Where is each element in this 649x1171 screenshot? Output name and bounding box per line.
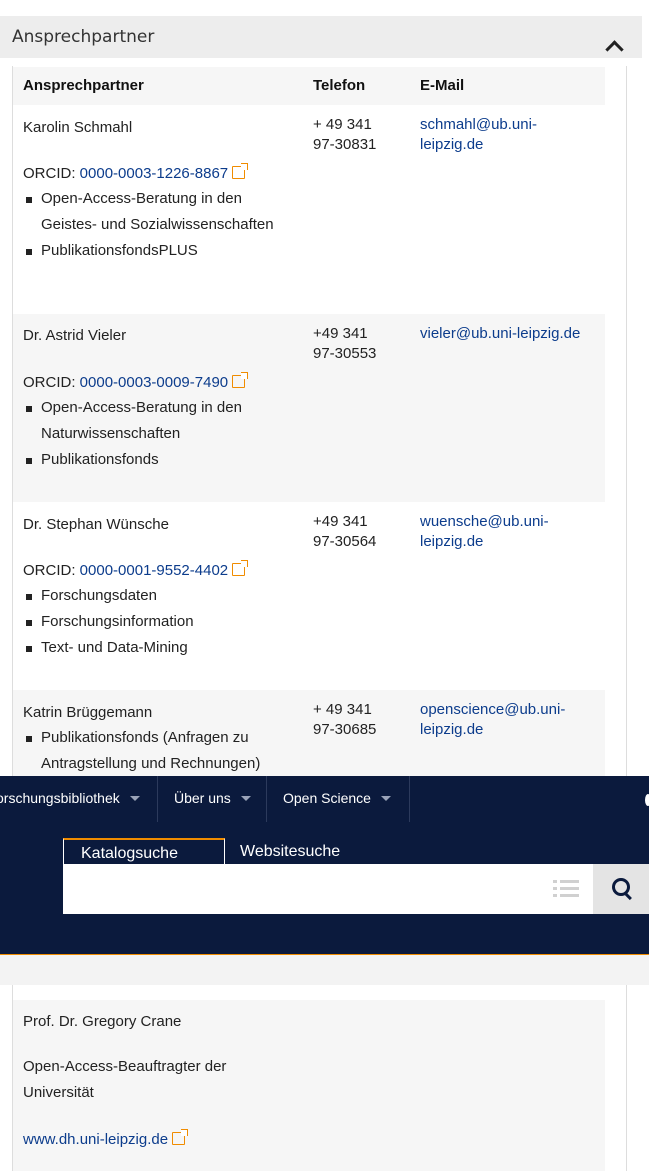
menu-divider: [266, 776, 267, 822]
page-band: [0, 955, 649, 985]
email-link[interactable]: wuensche@ub.uni- leipzig.de: [420, 512, 605, 552]
external-link-icon: [232, 560, 249, 576]
table-row: Dr. Astrid Vieler ORCID: 0000-0003-0009-…: [13, 314, 605, 502]
menu-divider: [157, 776, 158, 822]
contact-name: Prof. Dr. Gregory Crane: [23, 1013, 182, 1030]
accordion-title: Ansprechpartner: [12, 27, 155, 47]
column-header-contact: Ansprechpartner: [23, 77, 144, 94]
menu-item-label: orschungsbibliothek: [0, 790, 120, 806]
orcid-label: ORCID:: [23, 562, 76, 579]
phone-line: +49 341: [313, 513, 368, 530]
orcid-line: ORCID: 0000-0001-9552-4402: [23, 560, 249, 579]
email-line: leipzig.de: [420, 533, 484, 550]
email-link[interactable]: schmahl@ub.uni- leipzig.de: [420, 115, 605, 155]
orcid-label: ORCID:: [23, 374, 76, 391]
topic-list: Publikationsfonds (Anfragen zu Antragste…: [23, 725, 298, 777]
orcid-line: ORCID: 0000-0003-1226-8867: [23, 163, 249, 182]
orcid-link[interactable]: 0000-0003-0009-7490: [80, 374, 228, 391]
search-icon: [612, 878, 630, 896]
menu-item-open-science[interactable]: Open Science: [283, 790, 391, 806]
orcid-link[interactable]: 0000-0003-1226-8867: [80, 165, 228, 182]
main-menu: orschungsbibliothek Über uns Open Scienc…: [0, 776, 649, 822]
phone-line: 97-30831: [313, 136, 377, 153]
column-header-phone: Telefon: [313, 77, 366, 94]
table-row: Karolin Schmahl ORCID: 0000-0003-1226-88…: [13, 105, 605, 314]
search-button[interactable]: [593, 864, 649, 914]
email-line: leipzig.de: [420, 721, 484, 738]
phone-line: 97-30564: [313, 533, 377, 550]
search-input[interactable]: [63, 864, 593, 914]
caret-down-icon: [129, 796, 140, 801]
table-header: Ansprechpartner Telefon E-Mail: [13, 67, 605, 105]
topic-list: Open-Access-Beratung in den Geistes- und…: [23, 186, 298, 264]
phone-line: 97-30553: [313, 345, 377, 362]
contact-role: Open-Access-Beauftragter der Universität: [23, 1058, 227, 1101]
menu-item-forschungsbibliothek[interactable]: orschungsbibliothek: [0, 790, 140, 806]
list-item: Open-Access-Beratung in den Naturwissens…: [23, 395, 298, 447]
contact-name: Dr. Stephan Wünsche: [23, 516, 169, 533]
menu-item-ueber-uns[interactable]: Über uns: [174, 790, 251, 806]
list-item: Text- und Data-Mining: [23, 635, 298, 661]
email-line: leipzig.de: [420, 136, 484, 153]
accordion-header[interactable]: Ansprechpartner: [0, 16, 642, 59]
caret-down-icon: [240, 796, 251, 801]
email-link[interactable]: openscience@ub.uni- leipzig.de: [420, 700, 605, 740]
phone-line: + 49 341: [313, 701, 372, 718]
phone-line: +49 341: [313, 325, 368, 342]
email-line: openscience@ub.uni-: [420, 701, 566, 718]
contact-name: Karolin Schmahl: [23, 119, 133, 136]
external-link-icon: [232, 372, 249, 388]
website-link[interactable]: www.dh.uni-leipzig.de: [23, 1131, 168, 1148]
phone-number: +49 341 97-30564: [313, 512, 413, 552]
phone-number: + 49 341 97-30831: [313, 115, 413, 155]
list-item: PublikationsfondsPLUS: [23, 238, 298, 264]
orcid-link[interactable]: 0000-0001-9552-4402: [80, 562, 228, 579]
menu-edge-icon: [645, 794, 649, 806]
email-line: vieler@ub.uni-leipzig.de: [420, 325, 581, 342]
site-navigation: orschungsbibliothek Über uns Open Scienc…: [0, 776, 649, 954]
orcid-label: ORCID:: [23, 165, 76, 182]
tab-label: Katalogsuche: [81, 845, 178, 862]
list-item: Publikationsfonds (Anfragen zu Antragste…: [23, 725, 298, 777]
tab-label: Websitesuche: [240, 843, 341, 860]
email-line: wuensche@ub.uni-: [420, 513, 549, 530]
topic-list: Forschungsdaten Forschungsinformation Te…: [23, 583, 298, 661]
phone-number: + 49 341 97-30685: [313, 700, 413, 740]
contact-name: Katrin Brüggemann: [23, 704, 153, 721]
external-link-icon: [232, 163, 249, 179]
list-item: Forschungsinformation: [23, 609, 298, 635]
email-link[interactable]: vieler@ub.uni-leipzig.de: [420, 324, 605, 344]
table-row: Prof. Dr. Gregory Crane Open-Access-Beau…: [13, 1000, 605, 1171]
chevron-up-icon[interactable]: [605, 40, 624, 59]
column-header-email: E-Mail: [420, 77, 465, 94]
phone-number: +49 341 97-30553: [313, 324, 413, 364]
table-row: Katrin Brüggemann Publikationsfonds (Anf…: [13, 690, 605, 776]
menu-item-label: Open Science: [283, 790, 371, 806]
tab-katalogsuche[interactable]: Katalogsuche: [63, 838, 225, 866]
caret-down-icon: [380, 796, 391, 801]
menu-item-label: Über uns: [174, 790, 231, 806]
phone-line: 97-30685: [313, 721, 377, 738]
list-item: Publikationsfonds: [23, 447, 298, 473]
list-item: Open-Access-Beratung in den Geistes- und…: [23, 186, 298, 238]
list-item: Forschungsdaten: [23, 583, 298, 609]
list-icon[interactable]: [553, 880, 579, 898]
orcid-line: ORCID: 0000-0003-0009-7490: [23, 372, 249, 391]
phone-line: + 49 341: [313, 116, 372, 133]
website-line: www.dh.uni-leipzig.de: [23, 1127, 189, 1153]
menu-divider: [409, 776, 410, 822]
topic-list: Open-Access-Beratung in den Naturwissens…: [23, 395, 298, 473]
table-row: Dr. Stephan Wünsche ORCID: 0000-0001-955…: [13, 502, 605, 690]
contact-name: Dr. Astrid Vieler: [23, 327, 127, 344]
email-line: schmahl@ub.uni-: [420, 116, 537, 133]
external-link-icon: [172, 1129, 189, 1145]
